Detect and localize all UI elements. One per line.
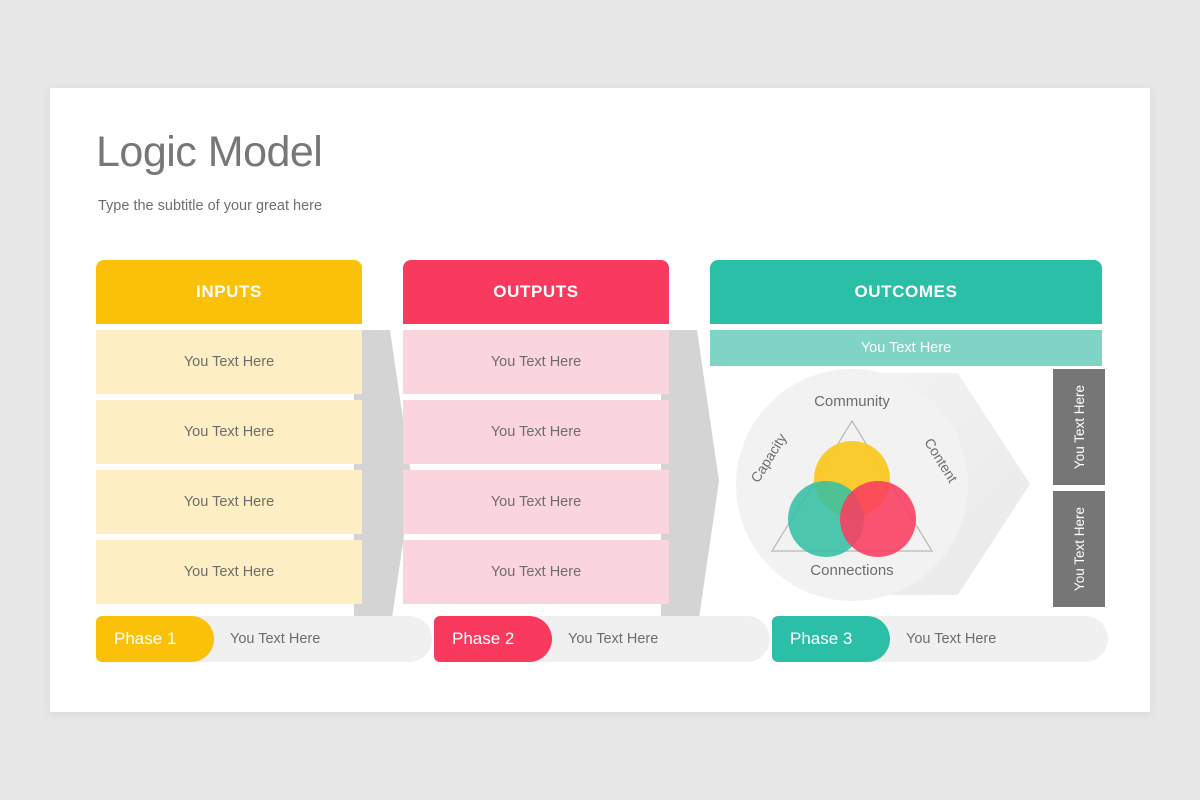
inputs-row[interactable]: You Text Here: [96, 400, 362, 464]
inputs-row[interactable]: You Text Here: [96, 540, 362, 604]
phase-bar-3[interactable]: Phase 3 You Text Here: [772, 616, 1108, 662]
column-header-outputs[interactable]: OUTPUTS: [403, 260, 669, 324]
phase-text-1[interactable]: You Text Here: [230, 616, 320, 662]
inputs-row[interactable]: You Text Here: [96, 330, 362, 394]
outputs-row[interactable]: You Text Here: [403, 330, 669, 394]
phase-text-2[interactable]: You Text Here: [568, 616, 658, 662]
page-subtitle: Type the subtitle of your great here: [98, 198, 323, 214]
phase-pill-3[interactable]: Phase 3: [772, 616, 890, 662]
outputs-row[interactable]: You Text Here: [403, 400, 669, 464]
column-header-inputs[interactable]: INPUTS: [96, 260, 362, 324]
phase-pill-1[interactable]: Phase 1: [96, 616, 214, 662]
phase-bar-2[interactable]: Phase 2 You Text Here: [434, 616, 770, 662]
side-tab-1-label: You Text Here: [1071, 384, 1087, 470]
column-outcomes: OUTCOMES You Text Here: [710, 260, 1102, 366]
column-inputs: INPUTS You Text Here You Text Here You T…: [96, 260, 362, 604]
inputs-row[interactable]: You Text Here: [96, 470, 362, 534]
column-outputs: OUTPUTS You Text Here You Text Here You …: [403, 260, 669, 604]
phase-bar-1[interactable]: Phase 1 You Text Here: [96, 616, 432, 662]
phase-pill-2[interactable]: Phase 2: [434, 616, 552, 662]
column-header-outcomes[interactable]: OUTCOMES: [710, 260, 1102, 324]
phase-text-3[interactable]: You Text Here: [906, 616, 996, 662]
side-tab-2-label: You Text Here: [1071, 506, 1087, 592]
arrow-outputs-to-outcomes: [661, 330, 719, 632]
side-tab-1[interactable]: You Text Here: [1053, 369, 1105, 485]
page-title: Logic Model: [96, 128, 323, 176]
outputs-row[interactable]: You Text Here: [403, 540, 669, 604]
bottom-right-circle: [840, 481, 916, 557]
outcomes-subbar[interactable]: You Text Here: [710, 330, 1102, 366]
slide-card: Logic Model Type the subtitle of your gr…: [50, 88, 1150, 712]
venn-diagram: Community Capacity Content Connections: [736, 369, 968, 601]
outputs-row[interactable]: You Text Here: [403, 470, 669, 534]
side-tab-2[interactable]: You Text Here: [1053, 491, 1105, 607]
venn-svg: [770, 419, 934, 557]
